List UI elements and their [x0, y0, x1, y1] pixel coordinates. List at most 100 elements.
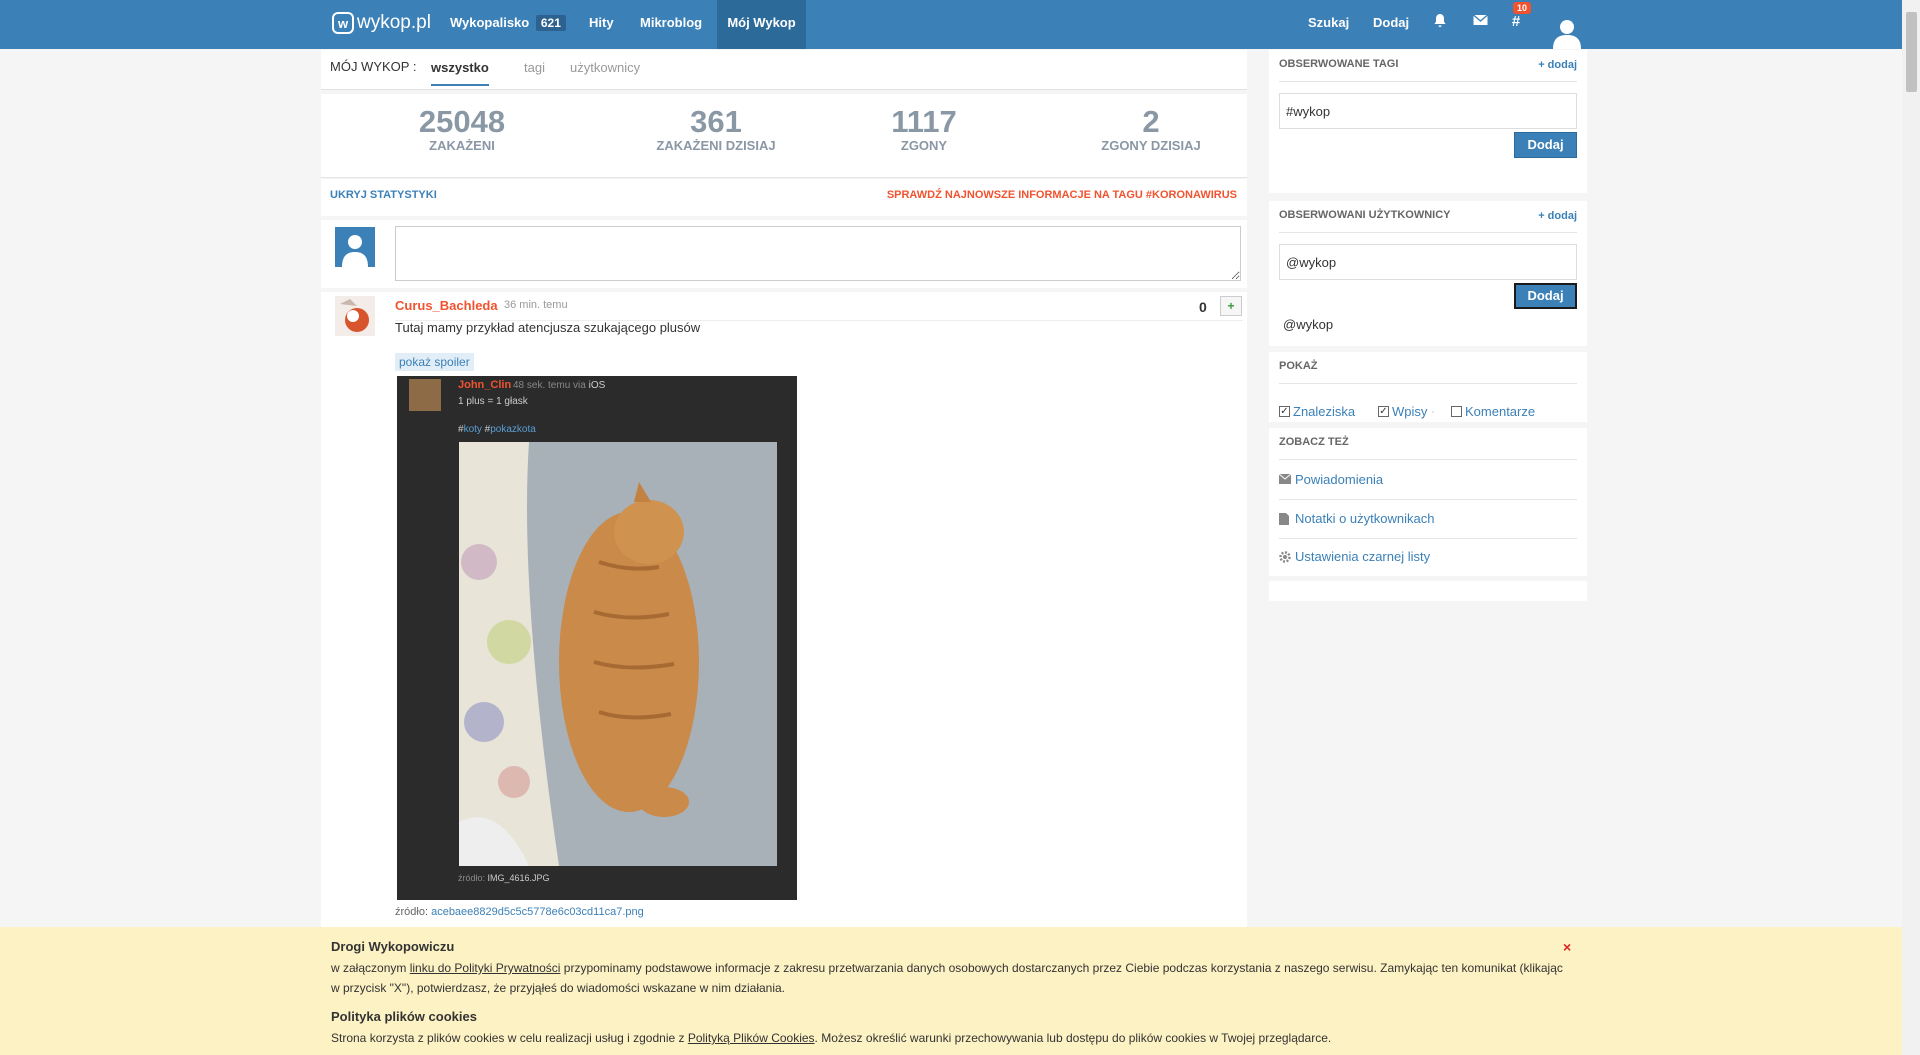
observed-users-add-link[interactable]: + dodaj	[1538, 210, 1577, 222]
entry-vote-count: 0	[1199, 299, 1207, 315]
observed-tags-header: OBSERWOWANE TAGI	[1279, 58, 1399, 70]
cookie-notice: Drogi Wykopowiczu w załączonym linku do …	[0, 927, 1902, 1055]
stat-infected-today: 361 ZAKAŻENI DZISIAJ	[636, 104, 796, 154]
post-composer	[321, 220, 1247, 288]
embed-body: 1 plus = 1 głask	[458, 396, 528, 407]
show-znaleziska-checkbox[interactable]: ✓ Znaleziska	[1279, 404, 1355, 419]
checkbox-label: Znaleziska	[1293, 404, 1356, 419]
stat-deaths-today: 2 ZGONY DZISIAJ	[1076, 106, 1226, 154]
entry-author-name[interactable]: Curus_Bachleda	[395, 298, 498, 313]
cookie-privacy-text: w załączonym linku do Polityki Prywatnoś…	[331, 958, 1571, 998]
entry-author-avatar[interactable]	[335, 296, 375, 336]
stat-infected-today-label: ZAKAŻENI DZISIAJ	[656, 138, 776, 153]
scrollbar-thumb[interactable]	[1906, 12, 1917, 92]
nav-wykopalisko-label: Wykopalisko	[450, 15, 530, 30]
bell-icon[interactable]	[1430, 13, 1450, 33]
embed-tag-pokazkota: pokazkota	[490, 424, 536, 435]
privacy-policy-link[interactable]: linku do Polityki Prywatności	[410, 961, 561, 975]
checkbox-checked-icon: ✓	[1378, 406, 1389, 417]
sidebar-empty-box	[1269, 581, 1587, 601]
observed-tags-box: OBSERWOWANE TAGI + dodaj Dodaj #wykop #w…	[1269, 50, 1587, 230]
checkbox-checked-icon: ✓	[1279, 406, 1290, 417]
embed-source-file: IMG_4616.JPG	[487, 873, 550, 883]
koronawirus-info-link[interactable]: SPRAWDŹ NAJNOWSZE INFORMACJE NA TAGU #KO…	[887, 189, 1237, 201]
embed-time-text: 48 sek. temu via	[513, 380, 586, 391]
see-also-label: Powiadomienia	[1295, 472, 1384, 487]
checkbox-label: Komentarze	[1465, 404, 1536, 419]
envelope-icon	[1278, 473, 1292, 486]
tag-input[interactable]	[1279, 93, 1577, 129]
show-header: POKAŻ	[1279, 360, 1318, 372]
notification-count-badge: 10	[1513, 2, 1532, 14]
close-icon[interactable]: ×	[1563, 939, 1571, 955]
entry-time: 36 min. temu	[504, 299, 568, 311]
stat-deaths-value: 1117	[891, 104, 957, 139]
my-wykop-tabs: MÓJ WYKOP : wszystko tagi użytkownicy	[321, 50, 1247, 90]
observed-users-header: OBSERWOWANI UŻYTKOWNICY	[1279, 209, 1451, 221]
embed-source-label: źródło:	[458, 873, 488, 883]
tab-uzytkownicy[interactable]: użytkownicy	[570, 60, 640, 75]
cat-photo	[459, 442, 777, 866]
page-scrollbar[interactable]	[1902, 0, 1920, 1055]
stat-infected: 25048 ZAKAŻENI	[397, 104, 527, 154]
cookie-text-part: . Możesz określić warunki przechowywania…	[814, 1031, 1332, 1045]
tab-wszystko[interactable]: wszystko	[431, 60, 489, 86]
envelope-icon[interactable]	[1470, 13, 1490, 33]
show-wpisy-checkbox[interactable]: ✓ Wpisy	[1378, 404, 1427, 419]
divider	[1279, 538, 1577, 539]
stat-infected-value: 25048	[418, 104, 506, 139]
composer-textarea[interactable]	[395, 226, 1241, 281]
stat-infected-today-value: 361	[690, 104, 742, 139]
cookie-policy-text: Strona korzysta z plików cookies w celu …	[331, 1028, 1571, 1048]
logo-mark: w	[332, 12, 354, 34]
cookie-text-part: w załączonym	[331, 961, 410, 975]
entry-source-link[interactable]: acebaee8829d5c5c5778e6c03cd11ca7.png	[431, 906, 644, 918]
tabs-title: MÓJ WYKOP :	[330, 59, 417, 74]
embed-source: źródło: IMG_4616.JPG	[458, 873, 550, 883]
tab-tagi[interactable]: tagi	[524, 60, 545, 75]
stat-deaths-today-label: ZGONY DZISIAJ	[1101, 138, 1201, 153]
hide-stats-link[interactable]: UKRYJ STATYSTYKI	[330, 189, 437, 201]
divider	[1279, 499, 1577, 500]
nav-hity[interactable]: Hity	[579, 0, 624, 49]
embed-tag-koty: koty	[463, 424, 482, 435]
site-logo[interactable]: w wykop.pl	[332, 12, 431, 34]
cookies-policy-link[interactable]: Polityką Plików Cookies	[688, 1031, 815, 1045]
wykopalisko-count-badge: 621	[535, 15, 566, 31]
embed-tags: #koty #pokazkota	[458, 424, 536, 435]
checkbox-unchecked-icon	[1451, 406, 1462, 417]
nav-add[interactable]: Dodaj	[1363, 0, 1419, 49]
nav-mikroblog[interactable]: Mikroblog	[630, 0, 712, 49]
see-also-blacklist-settings[interactable]: Ustawienia czarnej listy	[1279, 549, 1430, 564]
show-spoiler-button[interactable]: pokaż spoiler	[395, 353, 474, 371]
see-also-user-notes[interactable]: Notatki o użytkownikach	[1279, 511, 1434, 526]
document-icon	[1279, 512, 1291, 525]
nav-moj-wykop[interactable]: Mój Wykop	[717, 0, 806, 49]
embedded-screenshot[interactable]: John_Clin 48 sek. temu via iOS 1 plus = …	[397, 376, 797, 900]
nav-wykopalisko[interactable]: Wykopalisko 621	[440, 0, 576, 49]
observed-tags-add-link[interactable]: + dodaj	[1538, 59, 1577, 71]
microblog-entry: Curus_Bachleda 36 min. temu 0 + Tutaj ma…	[321, 292, 1247, 932]
see-also-box: ZOBACZ TEŻ Powiadomienia Notatki o użytk…	[1269, 428, 1587, 576]
hashtag-icon[interactable]: #	[1506, 13, 1526, 33]
separator-dot: ·	[1431, 404, 1435, 418]
top-navbar: w wykop.pl Wykopalisko 621 Hity Mikroblo…	[0, 0, 1902, 49]
stat-infected-label: ZAKAŻENI	[429, 138, 495, 153]
observed-users-box: OBSERWOWANI UŻYTKOWNICY + dodaj Dodaj @w…	[1269, 201, 1587, 346]
show-komentarze-checkbox[interactable]: Komentarze	[1451, 404, 1535, 419]
logo-text: wykop.pl	[357, 12, 431, 33]
entry-plus-button[interactable]: +	[1220, 296, 1242, 316]
add-user-button[interactable]: Dodaj	[1514, 283, 1577, 309]
entry-text: Tutaj mamy przykład atencjusza szukające…	[395, 320, 701, 335]
embed-time: 48 sek. temu via iOS	[513, 380, 605, 391]
see-also-label: Ustawienia czarnej listy	[1295, 549, 1431, 564]
add-tag-button[interactable]: Dodaj	[1514, 132, 1577, 158]
see-also-notifications[interactable]: Powiadomienia	[1278, 472, 1384, 487]
divider	[1279, 383, 1577, 384]
entry-source-label: źródło:	[395, 906, 432, 918]
user-input[interactable]	[1279, 244, 1577, 280]
observed-user-1[interactable]: @wykop	[1283, 317, 1333, 332]
user-avatar-icon[interactable]	[1549, 16, 1585, 49]
nav-search[interactable]: Szukaj	[1298, 0, 1359, 49]
stat-deaths: 1117 ZGONY	[874, 104, 974, 154]
